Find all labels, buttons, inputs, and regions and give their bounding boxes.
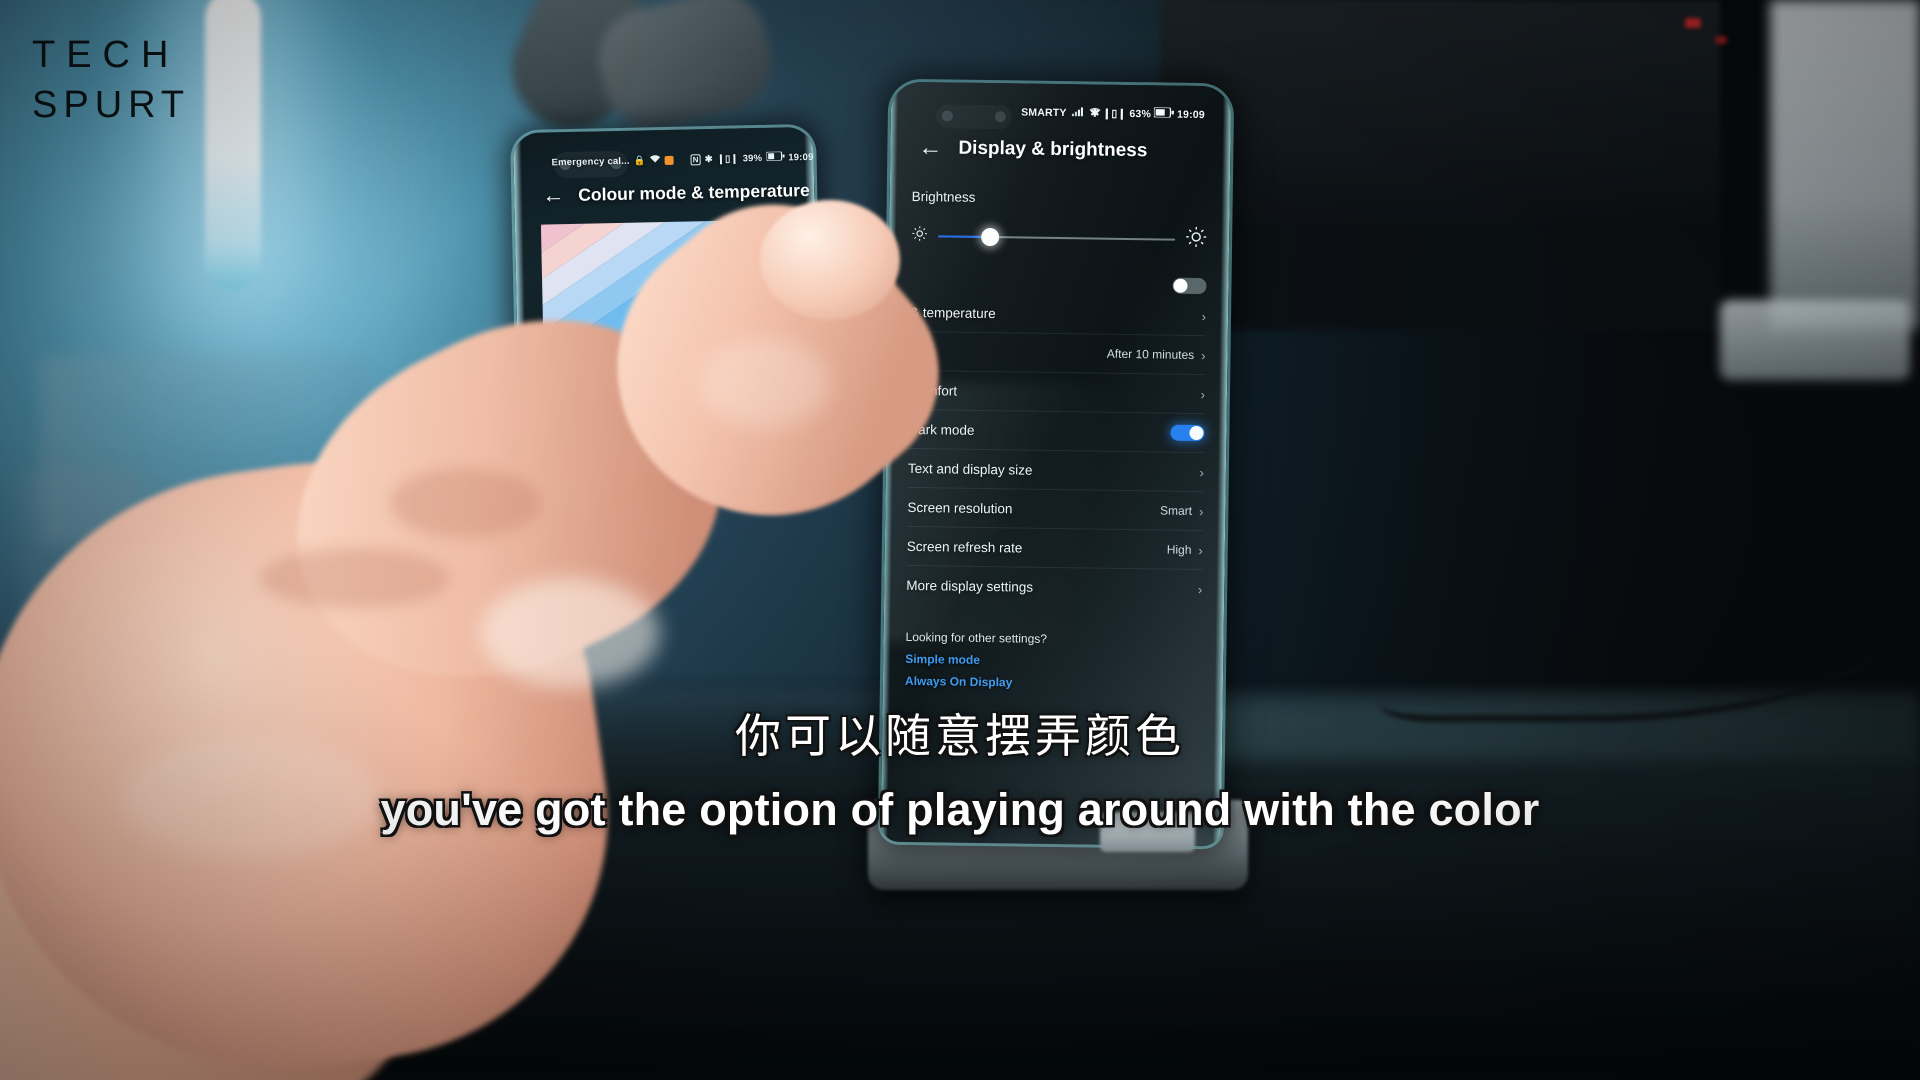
vibrate-icon: ❙▯❙: [1102, 107, 1127, 120]
settings-row[interactable]: Comfort ›: [908, 369, 1206, 414]
brightness-slider-knob[interactable]: [981, 227, 1000, 246]
colour-mode-value-label: Normal: [644, 376, 687, 393]
settings-row-label: & temperature: [910, 304, 996, 321]
settings-row[interactable]: Text and display size ›: [907, 447, 1205, 492]
chevron-right-icon: ›: [1200, 386, 1206, 402]
chevron-right-icon: ›: [1198, 503, 1204, 519]
status-time: 19:09: [1176, 108, 1205, 121]
status-bar-left-phone: Emergency cal... 🔒 N ✱ ❙▯❙ 39% 19:09: [513, 146, 819, 173]
subtitle-chinese: 你可以随意摆弄颜色: [735, 710, 1185, 762]
settings-row-control: ›: [1199, 465, 1204, 480]
settings-row-value: Smart: [1159, 503, 1193, 518]
equipment-rack: [1160, 0, 1720, 330]
status-carrier: SMARTY: [1021, 105, 1067, 119]
settings-row-label: Screen resolution: [907, 499, 1013, 516]
status-carrier: Emergency cal...: [551, 155, 630, 168]
logo-line-2: SPURT: [32, 84, 191, 126]
background-white-object: [1770, 0, 1920, 330]
chevron-right-icon: ›: [1201, 308, 1207, 324]
brightness-slider-row[interactable]: [911, 222, 1207, 253]
chevron-right-icon: ›: [1201, 347, 1206, 363]
vibrate-icon: ❙▯❙: [716, 152, 739, 165]
settings-row[interactable]: More display settings ›: [906, 564, 1203, 609]
battery-icon: [765, 151, 785, 163]
subtitle-block: 你可以随意摆弄颜色 you've got the option of playi…: [0, 700, 1920, 836]
display-settings-rows: & temperature › After 10 minutes › Comfort › D…: [906, 293, 1207, 609]
light-stand-leg-secondary: [20, 470, 140, 720]
page-title-colour-mode: Colour mode & temperature: [578, 179, 810, 205]
nfc-icon: N: [690, 153, 701, 165]
header-right-phone: ← Display & brightness: [918, 134, 1148, 163]
settings-list: Brightness & temperature › After 10 minu…: [883, 178, 1230, 693]
header-left-phone: ← Colour mode & temperature: [542, 179, 810, 207]
alarm-icon: [664, 155, 674, 165]
phone-left-colour-mode-screen[interactable]: Emergency cal... 🔒 N ✱ ❙▯❙ 39% 19:09 ← C…: [512, 126, 820, 424]
link-simple-mode[interactable]: Simple mode: [905, 652, 1201, 670]
lock-icon: 🔒: [633, 154, 646, 167]
brightness-section-label: Brightness: [911, 188, 976, 205]
brightness-high-icon: [1185, 226, 1207, 253]
settings-row[interactable]: & temperature ›: [910, 293, 1207, 335]
battery-percent: 63%: [1129, 107, 1152, 120]
settings-row-label: Dark mode: [908, 421, 975, 438]
brightness-low-icon: [911, 224, 928, 246]
battery-icon: [1153, 106, 1175, 120]
settings-row-label: Text and display size: [907, 460, 1033, 478]
settings-row-label: Screen refresh rate: [906, 538, 1023, 556]
other-settings-heading: Looking for other settings?: [905, 629, 1048, 646]
chevron-right-icon: ›: [1197, 581, 1203, 597]
rack-led-indicator-secondary: [1715, 36, 1727, 44]
settings-row-control: [1170, 424, 1205, 442]
dark-mode-toggle[interactable]: [1170, 424, 1205, 442]
back-arrow-icon[interactable]: ←: [918, 134, 942, 161]
signal-bars-icon: [1071, 106, 1084, 119]
settings-row[interactable]: Dark mode: [908, 408, 1205, 453]
battery-percent: 39%: [742, 152, 763, 164]
settings-row-control: ›: [1198, 581, 1203, 596]
chevron-right-icon: ›: [1198, 542, 1203, 558]
settings-row-label: Comfort: [908, 382, 958, 399]
back-arrow-icon[interactable]: ←: [542, 182, 565, 207]
bluetooth-icon: ✱: [1090, 106, 1100, 120]
settings-row-control: High ›: [1166, 542, 1203, 558]
settings-row-label: More display settings: [906, 577, 1034, 595]
subtitle-english: you've got the option of playing around …: [380, 784, 1540, 835]
chevron-right-icon: ›: [1199, 464, 1205, 480]
settings-row[interactable]: Screen resolution Smart ›: [907, 486, 1204, 531]
gradient-stripes: [540, 219, 802, 373]
auto-brightness-toggle[interactable]: [1172, 277, 1207, 295]
settings-row-control: ›: [1202, 309, 1207, 324]
brightness-slider-track[interactable]: [938, 227, 1176, 246]
colour-gradient-preview[interactable]: [540, 219, 802, 373]
bluetooth-icon: ✱: [704, 153, 714, 165]
video-frame: Emergency cal... 🔒 N ✱ ❙▯❙ 39% 19:09 ← C…: [0, 0, 1920, 1080]
settings-row-value: After 10 minutes: [1106, 346, 1195, 362]
status-bar-right-group: ✱ ❙▯❙ 63% 19:09: [1090, 106, 1205, 121]
settings-row[interactable]: Screen refresh rate High ›: [906, 525, 1204, 570]
settings-row-value: High: [1166, 542, 1192, 557]
settings-row-control: Smart ›: [1159, 503, 1204, 519]
settings-row[interactable]: After 10 minutes ›: [909, 330, 1206, 375]
settings-row-control: ›: [1201, 387, 1206, 402]
channel-logo: TECH SPURT: [32, 36, 190, 124]
settings-row-control: After 10 minutes ›: [1106, 346, 1206, 363]
monitor-stand: [1720, 300, 1910, 380]
page-title-display-brightness: Display & brightness: [958, 137, 1148, 162]
rack-led-indicator: [1685, 18, 1701, 28]
tube-light: [205, 0, 261, 290]
link-always-on-display[interactable]: Always On Display: [905, 674, 1201, 692]
wifi-icon: [650, 154, 661, 166]
logo-line-1: TECH: [32, 34, 180, 76]
